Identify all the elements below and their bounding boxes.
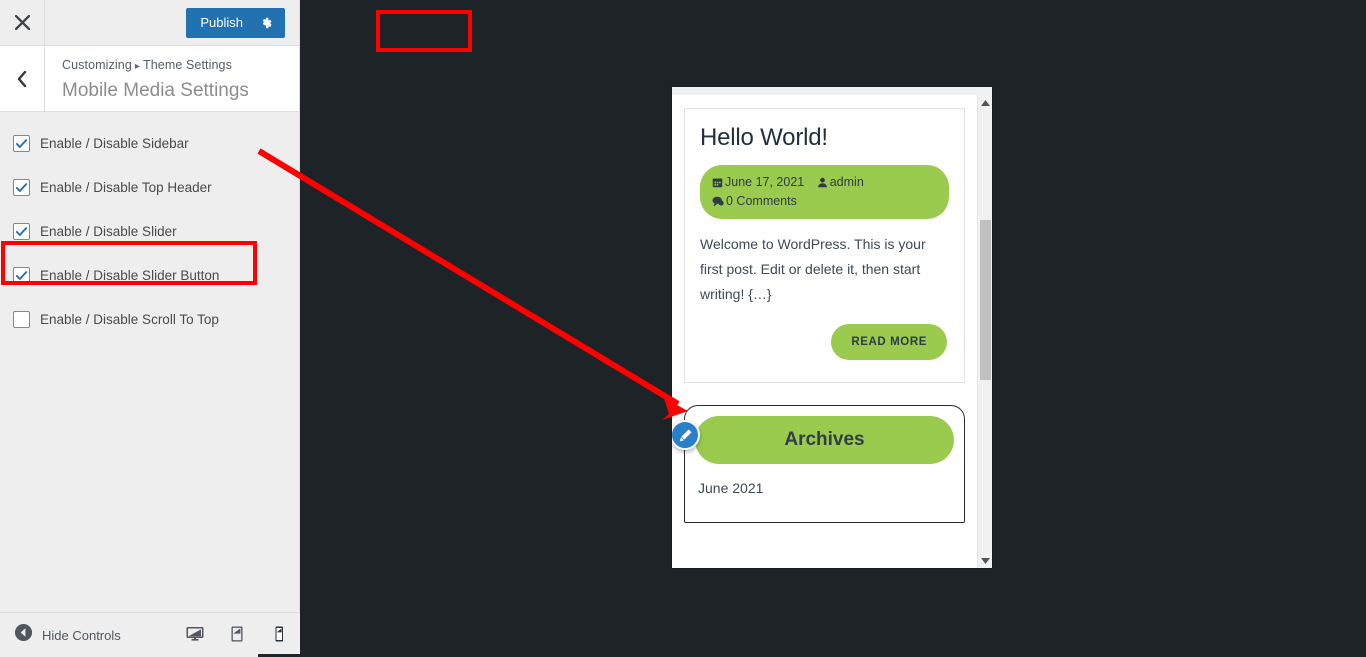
list-item[interactable]: June 2021 [698,480,954,496]
hide-controls-button[interactable]: Hide Controls [0,623,121,647]
breadcrumb-separator: ▸ [134,61,140,72]
post-date: June 17, 2021 [712,175,808,189]
page-title: Mobile Media Settings [62,80,249,101]
post-author-text: admin [829,175,864,189]
post-card: Hello World! June 17, 2021 admin 0 Comme… [684,108,965,383]
customizer-screen: Hello World! June 17, 2021 admin 0 Comme… [0,0,1366,657]
control-enable-disable-slider[interactable]: Enable / Disable Slider [0,216,299,246]
checkbox-scroll-to-top[interactable] [13,310,30,328]
archives-widget-list: June 2021 [695,480,954,496]
checkbox-sidebar[interactable] [13,134,30,152]
customizer-topbar: Publish [0,0,473,52]
preview-canvas: Hello World! June 17, 2021 admin 0 Comme… [300,0,1366,657]
hide-controls-label: Hide Controls [42,627,121,643]
checkbox-slider-button[interactable] [13,266,30,284]
control-enable-disable-slider-button[interactable]: Enable / Disable Slider Button [0,260,299,290]
collapse-left-icon [14,623,33,647]
desktop-icon[interactable] [174,614,216,657]
control-enable-disable-top-header[interactable]: Enable / Disable Top Header [0,172,299,202]
checkbox-top-header[interactable] [13,178,30,196]
post-author: admin [817,175,864,189]
post-date-text: June 17, 2021 [725,175,805,189]
control-list: Enable / Disable Sidebar Enable / Disabl… [0,112,299,334]
close-x-icon[interactable] [0,0,45,45]
post-meta-bar: June 17, 2021 admin 0 Comments [700,165,949,219]
read-more-row: READ MORE [700,324,949,360]
chevron-left-icon[interactable] [0,46,45,111]
control-enable-disable-sidebar[interactable]: Enable / Disable Sidebar [0,128,299,158]
archives-widget-title: Archives [695,416,954,464]
section-header-text: Customizing ▸ Theme Settings Mobile Media … [45,46,299,111]
scrollbar-thumb[interactable] [980,220,991,380]
triangle-down-icon[interactable] [978,553,992,568]
device-preview-buttons [174,613,300,657]
tablet-icon[interactable] [216,614,258,657]
preview-scrollbar[interactable] [977,95,992,568]
checkbox-slider[interactable] [13,222,30,240]
customizer-section-header: Customizing ▸ Theme Settings Mobile Media … [0,46,299,112]
post-comments-text: 0 Comments [726,194,797,208]
gear-icon[interactable] [259,16,273,30]
post-comments: 0 Comments [712,194,797,208]
publish-button-label: Publish [200,15,243,30]
site-content: Hello World! June 17, 2021 admin 0 Comme… [672,95,977,523]
preview-viewport[interactable]: Hello World! June 17, 2021 admin 0 Comme… [672,95,977,568]
control-enable-disable-scroll-to-top[interactable]: Enable / Disable Scroll To Top [0,304,299,334]
post-title: Hello World! [700,124,828,151]
mobile-icon[interactable] [258,614,300,657]
control-label: Enable / Disable Scroll To Top [40,311,219,327]
calendar-icon [712,175,725,189]
customizer-footer: Hide Controls [0,612,300,657]
control-label: Enable / Disable Top Header [40,179,212,195]
mobile-preview-frame: Hello World! June 17, 2021 admin 0 Comme… [672,87,992,568]
control-label: Enable / Disable Slider [40,223,177,239]
breadcrumb-root[interactable]: Customizing [62,58,132,72]
breadcrumb-parent[interactable]: Theme Settings [143,58,232,72]
post-excerpt: Welcome to WordPress. This is your first… [700,236,926,302]
breadcrumb: Customizing ▸ Theme Settings [62,56,299,76]
preview-top-strip [672,87,992,95]
publish-area: Publish [186,7,473,52]
comment-icon [712,194,726,208]
control-label: Enable / Disable Slider Button [40,267,220,283]
publish-button[interactable]: Publish [186,7,285,38]
read-more-button[interactable]: READ MORE [831,324,947,360]
customizer-sidebar: Publish Customizing ▸ Theme Settings Mob… [0,0,473,657]
control-label: Enable / Disable Sidebar [40,135,189,151]
archives-widget-zone: Archives June 2021 [672,405,965,523]
triangle-up-icon[interactable] [978,95,992,110]
user-icon [817,175,830,189]
archives-widget: Archives June 2021 [684,405,965,523]
